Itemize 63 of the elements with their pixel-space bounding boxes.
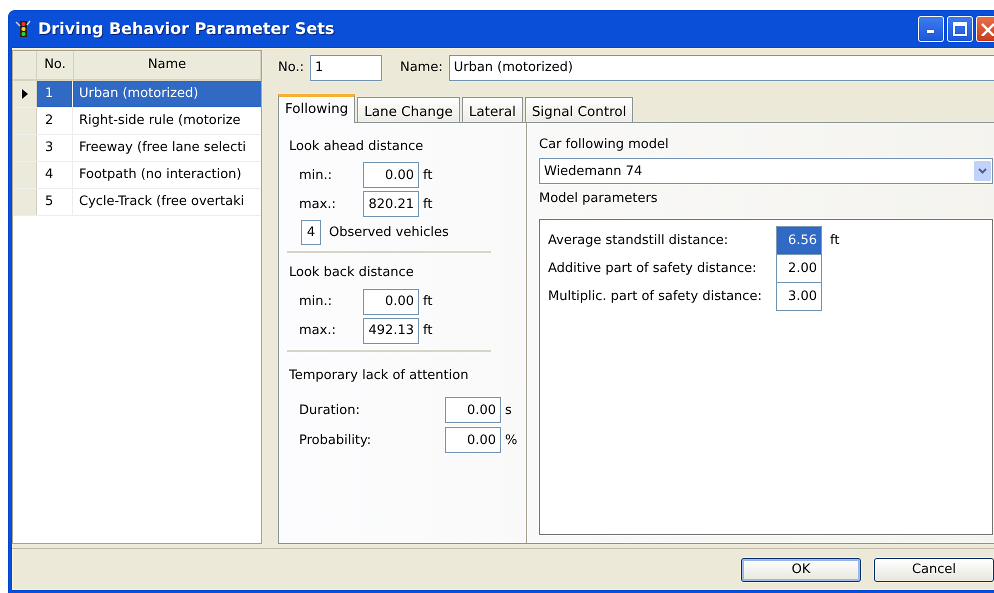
maximize-icon (952, 22, 967, 36)
column-header[interactable]: No. (37, 51, 74, 79)
section-title: Look ahead distance (289, 138, 424, 156)
table-cell: 1 (37, 81, 73, 107)
field-label: Multiplic. part of safety distance: (548, 288, 763, 306)
dialog-button[interactable]: OK (741, 558, 861, 582)
table-cell: 3 (37, 135, 73, 161)
field-label: Additive part of safety distance: (548, 260, 758, 278)
unit-label: ft (423, 196, 432, 214)
number-field[interactable]: 820.21 (363, 191, 419, 218)
dropdown-value: Wiedemann 74 (544, 162, 642, 181)
number-field[interactable]: 492.13 (363, 318, 419, 344)
minimize-button[interactable] (918, 16, 944, 42)
tab[interactable]: Lane Change (357, 96, 460, 122)
table-cell: 4 (37, 162, 73, 188)
field-label: Probability: (298, 432, 372, 450)
field-label: No.: (278, 59, 304, 78)
unit-label: ft (830, 232, 840, 250)
unit-label: ft (423, 166, 432, 185)
model-dropdown[interactable]: Wiedemann 74 (539, 158, 993, 184)
section-title: Look back distance (289, 264, 415, 282)
table-cell: 5 (37, 189, 73, 215)
unit-label: % (505, 432, 518, 450)
table-cell: 2 (37, 108, 73, 134)
field-label: Average standstill distance: (548, 232, 730, 250)
field-label: Observed vehicles (329, 224, 449, 242)
field-label: Car following model (539, 136, 670, 154)
column-header[interactable]: Name (74, 51, 261, 79)
row-header[interactable] (13, 81, 37, 107)
number-field[interactable]: 1 (310, 54, 382, 81)
field-label: Model parameters (539, 190, 659, 208)
tab[interactable]: Following (278, 94, 356, 123)
maximize-button[interactable] (946, 16, 973, 42)
unit-label: s (505, 402, 512, 420)
tab[interactable]: Signal Control (524, 96, 634, 122)
number-field[interactable]: 0.00 (445, 397, 501, 424)
field-label: Duration: (298, 402, 361, 420)
window-title: Driving Behavior Parameter Sets (38, 18, 334, 40)
field-label: max.: (298, 322, 337, 340)
number-field[interactable]: 0.00 (363, 162, 419, 188)
number-field[interactable]: 6.56 (776, 226, 822, 255)
section-title: Temporary lack of attention (289, 366, 470, 385)
table-cell[interactable]: Urban (motorized) (73, 81, 261, 107)
unit-label: ft (423, 293, 432, 312)
number-field[interactable]: 0.00 (363, 288, 419, 315)
number-field[interactable]: 2.00 (776, 254, 822, 283)
field-label: max.: (298, 196, 337, 214)
field-label: min.: (298, 293, 334, 312)
name-field[interactable]: Urban (motorized) (448, 54, 994, 81)
number-field[interactable]: 0.00 (445, 427, 501, 454)
table-cell[interactable]: Footpath (no interaction) (73, 162, 261, 188)
close-icon (980, 22, 994, 36)
unit-label: ft (423, 322, 432, 340)
number-field[interactable]: 4 (301, 220, 321, 246)
table-cell[interactable]: Right-side rule (motorize (73, 108, 261, 134)
number-field[interactable]: 3.00 (776, 282, 822, 311)
tab[interactable]: Lateral (462, 96, 523, 122)
field-label: min.: (298, 166, 334, 185)
table-cell[interactable]: Cycle-Track (free overtaki (73, 189, 261, 215)
close-button[interactable] (976, 16, 994, 42)
field-label: Name: (400, 59, 443, 78)
dialog-button[interactable]: Cancel (874, 558, 994, 582)
table-cell[interactable]: Freeway (free lane selecti (73, 135, 261, 161)
